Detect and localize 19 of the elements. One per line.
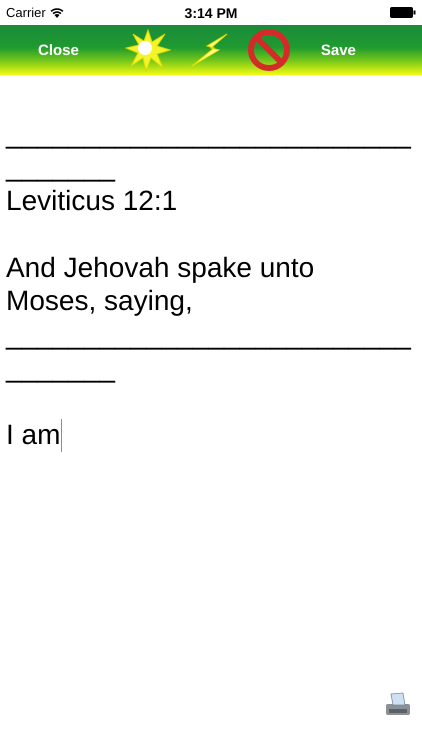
text-line: I am [6,419,60,450]
text-line: Moses, saying, [6,285,193,316]
text-line: And Jehovah spake unto [6,252,314,282]
text-editor[interactable]: __________________________ _______ Leviticus 12:1 And Jehovah spake unto Moses, saying, __________________________ _______ I am [0,75,422,750]
starburst-icon[interactable] [124,28,171,72]
close-button[interactable]: Close [22,38,95,62]
clock-time: 3:14 PM [184,4,238,20]
wifi-icon [50,7,64,18]
text-line: Leviticus 12:1 [6,184,178,216]
prohibited-icon[interactable] [246,28,291,72]
printer-icon[interactable] [384,692,412,718]
text-line: __________________________ [6,318,411,350]
battery-icon [390,7,416,18]
text-line: __________________________ [6,118,411,148]
text-line: _______ [6,151,116,182]
carrier-name: Carrier [6,5,46,20]
save-button[interactable]: Save [304,38,372,62]
text-cursor [61,418,62,452]
text-line: _______ [6,352,116,383]
